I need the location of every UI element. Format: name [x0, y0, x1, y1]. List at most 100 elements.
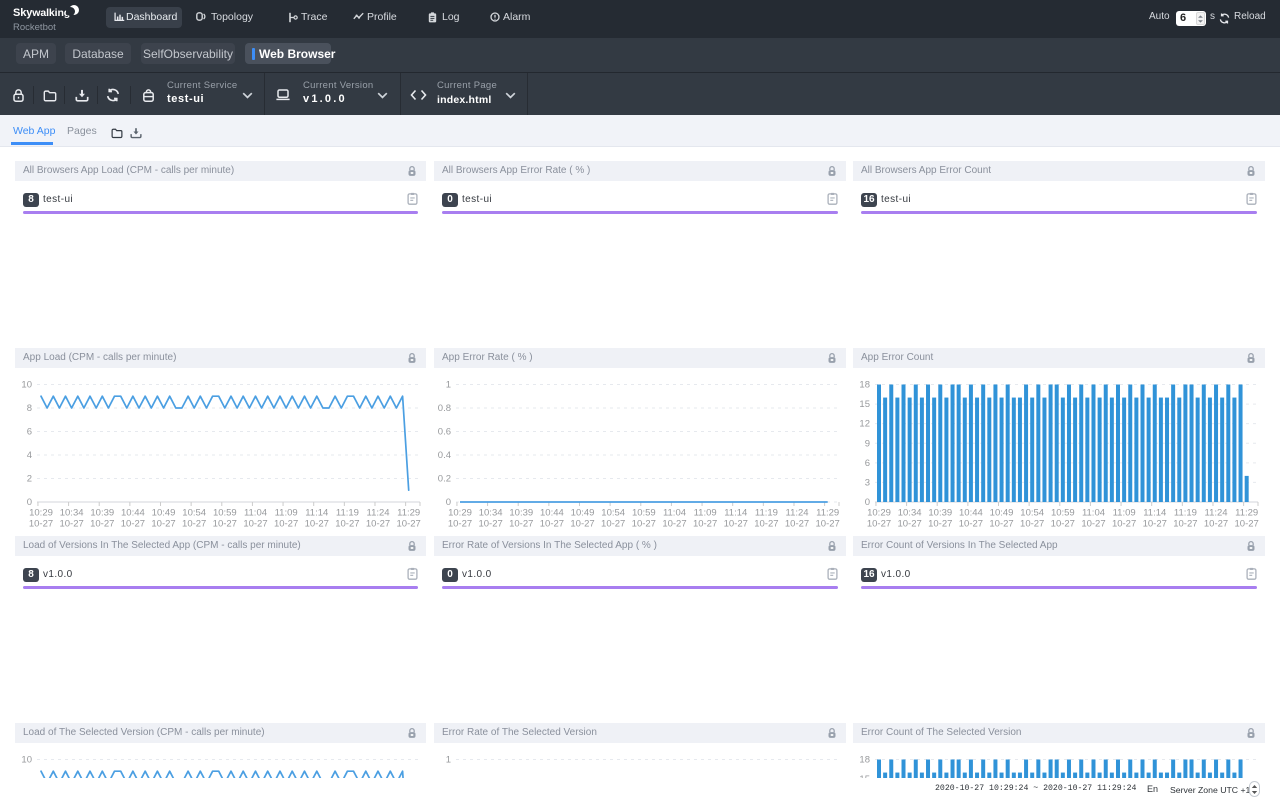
- svg-text:11:24: 11:24: [786, 508, 809, 519]
- svg-text:10-27: 10-27: [121, 519, 145, 530]
- svg-text:10-27: 10-27: [816, 519, 840, 530]
- svg-text:10-27: 10-27: [29, 519, 53, 530]
- svg-text:0.8: 0.8: [438, 403, 451, 414]
- svg-text:11:24: 11:24: [1205, 508, 1228, 519]
- svg-text:10-27: 10-27: [1235, 519, 1259, 530]
- svg-text:10-27: 10-27: [397, 519, 421, 530]
- svg-text:10-27: 10-27: [570, 519, 594, 530]
- svg-text:10:59: 10:59: [213, 508, 237, 519]
- svg-text:11:09: 11:09: [275, 508, 298, 519]
- svg-text:10:49: 10:49: [990, 508, 1014, 519]
- svg-text:10-27: 10-27: [274, 519, 298, 530]
- svg-text:9: 9: [865, 438, 870, 449]
- svg-text:1: 1: [446, 380, 451, 391]
- svg-text:10:49: 10:49: [152, 508, 176, 519]
- svg-text:0.2: 0.2: [438, 474, 451, 485]
- svg-text:10-27: 10-27: [243, 519, 267, 530]
- svg-text:0: 0: [865, 497, 870, 508]
- svg-text:10:29: 10:29: [867, 508, 891, 519]
- svg-text:10-27: 10-27: [335, 519, 359, 530]
- svg-text:6: 6: [27, 427, 32, 438]
- svg-text:10-27: 10-27: [724, 519, 748, 530]
- svg-text:10:44: 10:44: [959, 508, 983, 519]
- svg-text:10:34: 10:34: [898, 508, 922, 519]
- svg-text:11:24: 11:24: [367, 508, 390, 519]
- svg-text:11:09: 11:09: [1113, 508, 1136, 519]
- svg-text:10:54: 10:54: [601, 508, 625, 519]
- svg-text:10-27: 10-27: [662, 519, 686, 530]
- svg-text:11:14: 11:14: [724, 508, 747, 519]
- svg-text:10-27: 10-27: [1204, 519, 1228, 530]
- svg-text:10-27: 10-27: [478, 519, 502, 530]
- svg-text:10-27: 10-27: [59, 519, 83, 530]
- svg-text:18: 18: [859, 380, 870, 391]
- svg-text:10:39: 10:39: [509, 508, 533, 519]
- svg-text:10:59: 10:59: [1051, 508, 1075, 519]
- svg-text:10:59: 10:59: [632, 508, 656, 519]
- svg-text:11:04: 11:04: [663, 508, 686, 519]
- svg-text:10-27: 10-27: [90, 519, 114, 530]
- svg-text:2: 2: [27, 474, 32, 485]
- svg-text:10:44: 10:44: [121, 508, 145, 519]
- svg-text:11:14: 11:14: [1143, 508, 1166, 519]
- svg-text:0: 0: [446, 497, 451, 508]
- svg-text:11:19: 11:19: [755, 508, 778, 519]
- svg-text:10:44: 10:44: [540, 508, 564, 519]
- svg-text:11:19: 11:19: [1174, 508, 1197, 519]
- svg-text:3: 3: [865, 477, 870, 488]
- svg-text:10-27: 10-27: [928, 519, 952, 530]
- svg-text:10:54: 10:54: [182, 508, 206, 519]
- svg-text:10:34: 10:34: [479, 508, 503, 519]
- svg-text:11:09: 11:09: [694, 508, 717, 519]
- svg-text:10:49: 10:49: [571, 508, 595, 519]
- svg-text:10-27: 10-27: [1112, 519, 1136, 530]
- svg-text:0.4: 0.4: [438, 450, 451, 461]
- svg-text:10-27: 10-27: [366, 519, 390, 530]
- svg-text:10-27: 10-27: [601, 519, 625, 530]
- svg-text:10-27: 10-27: [632, 519, 656, 530]
- svg-text:10-27: 10-27: [785, 519, 809, 530]
- svg-text:1: 1: [446, 755, 451, 766]
- svg-text:11:14: 11:14: [305, 508, 328, 519]
- svg-text:11:19: 11:19: [336, 508, 359, 519]
- svg-text:10-27: 10-27: [1143, 519, 1167, 530]
- svg-text:0: 0: [27, 497, 32, 508]
- svg-text:10:29: 10:29: [29, 508, 53, 519]
- svg-text:10-27: 10-27: [448, 519, 472, 530]
- svg-text:10-27: 10-27: [693, 519, 717, 530]
- svg-text:15: 15: [859, 399, 870, 410]
- svg-text:10:39: 10:39: [90, 508, 114, 519]
- svg-text:10-27: 10-27: [754, 519, 778, 530]
- svg-text:10-27: 10-27: [959, 519, 983, 530]
- svg-text:18: 18: [859, 755, 870, 766]
- svg-text:10:39: 10:39: [928, 508, 952, 519]
- svg-text:10-27: 10-27: [1051, 519, 1075, 530]
- svg-text:11:04: 11:04: [1082, 508, 1105, 519]
- svg-text:10: 10: [21, 755, 32, 766]
- svg-text:11:29: 11:29: [1235, 508, 1258, 519]
- svg-text:10: 10: [21, 380, 32, 391]
- svg-text:11:04: 11:04: [244, 508, 267, 519]
- svg-text:10-27: 10-27: [509, 519, 533, 530]
- svg-text:11:29: 11:29: [816, 508, 839, 519]
- svg-text:10-27: 10-27: [151, 519, 175, 530]
- svg-text:6: 6: [865, 458, 870, 469]
- svg-text:12: 12: [859, 419, 870, 430]
- svg-text:10:29: 10:29: [448, 508, 472, 519]
- svg-text:10:34: 10:34: [60, 508, 84, 519]
- svg-text:10-27: 10-27: [989, 519, 1013, 530]
- svg-text:10-27: 10-27: [213, 519, 237, 530]
- svg-text:10:54: 10:54: [1020, 508, 1044, 519]
- svg-text:10-27: 10-27: [1020, 519, 1044, 530]
- svg-text:10-27: 10-27: [897, 519, 921, 530]
- svg-text:8: 8: [27, 403, 32, 414]
- svg-text:10-27: 10-27: [305, 519, 329, 530]
- svg-text:10-27: 10-27: [540, 519, 564, 530]
- svg-text:10-27: 10-27: [867, 519, 891, 530]
- svg-text:10-27: 10-27: [182, 519, 206, 530]
- svg-text:0.6: 0.6: [438, 427, 451, 438]
- svg-text:10-27: 10-27: [1173, 519, 1197, 530]
- svg-text:10-27: 10-27: [1081, 519, 1105, 530]
- svg-text:4: 4: [27, 450, 32, 461]
- svg-text:11:29: 11:29: [397, 508, 420, 519]
